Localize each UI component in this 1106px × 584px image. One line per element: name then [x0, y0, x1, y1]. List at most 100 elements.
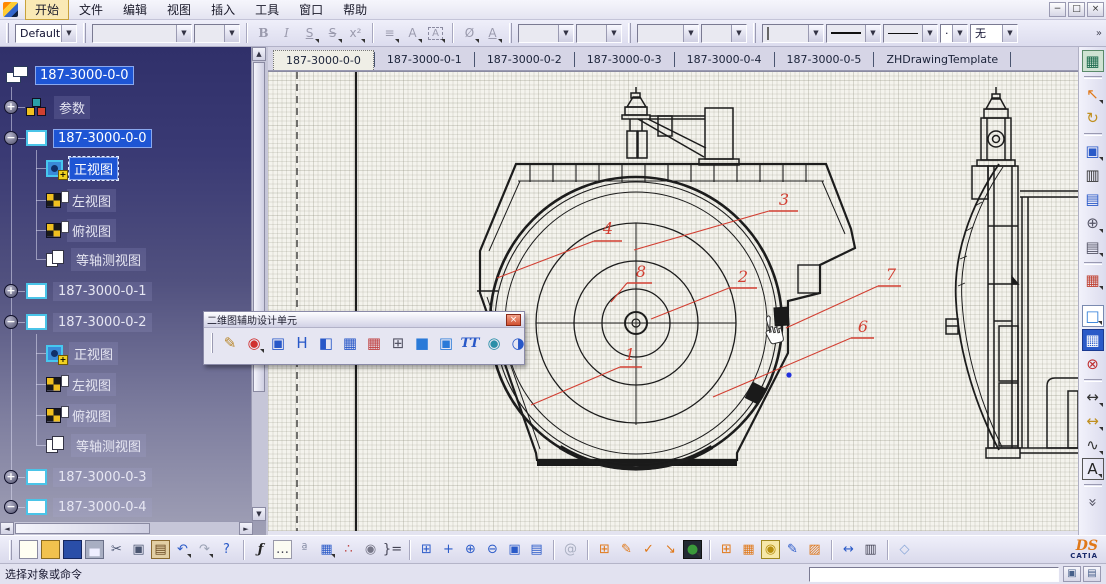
dimensions-icon[interactable]: ↔ — [1082, 386, 1104, 408]
new-sheet-icon-dropdown[interactable] — [1098, 321, 1102, 325]
toolbar-grip[interactable] — [211, 333, 213, 353]
menu-item-工具[interactable]: 工具 — [245, 0, 289, 20]
new-document-icon[interactable] — [19, 540, 38, 559]
text-tt-icon[interactable]: TT — [459, 332, 481, 354]
area-fill-icon[interactable]: ▨ — [805, 540, 824, 559]
select-cursor-icon[interactable]: ↖ — [1082, 83, 1104, 105]
tree-item-187-3000-0-0[interactable]: 187-3000-0-0 — [26, 125, 152, 151]
instantiate-2d-icon[interactable]: ▤ — [1082, 188, 1104, 210]
tree-label[interactable]: 参数 — [54, 96, 90, 119]
update-icon[interactable]: ↻ — [1082, 107, 1104, 129]
underline-button[interactable]: S — [299, 23, 320, 44]
numeric-precision-combo-arrow[interactable]: ▼ — [606, 25, 621, 42]
sheet-tab-ZHDrawingTemplate[interactable]: ZHDrawingTemplate — [874, 50, 1010, 70]
wheel-icon[interactable]: ◉ — [483, 332, 505, 354]
tree-item-187-3000-0-4[interactable]: 187-3000-0-4 — [26, 494, 152, 520]
tree-item-正视图[interactable]: +正视图 — [46, 340, 118, 366]
tree-item-正视图[interactable]: +正视图 — [46, 155, 118, 181]
paste-icon[interactable]: ▤ — [151, 540, 170, 559]
grid-snap-icon[interactable]: ⊞ — [595, 540, 614, 559]
font-size-combo[interactable]: ▼ — [194, 24, 240, 43]
strikethrough-button[interactable]: S — [322, 23, 343, 44]
graphic-style-combo-arrow[interactable]: ▼ — [61, 25, 76, 42]
drawing-canvas[interactable]: 1234678 — [268, 71, 1078, 531]
comment-icon[interactable]: … — [273, 540, 292, 559]
multi-view-icon[interactable]: ▥ — [1082, 164, 1104, 186]
sheet-component-icon[interactable]: ▤ — [1082, 236, 1104, 258]
axis-target-icon[interactable]: ◉ — [243, 332, 265, 354]
relations-icon[interactable]: ∴ — [339, 540, 358, 559]
expand-icon[interactable]: + — [4, 470, 18, 484]
working-view-icon[interactable]: ✎ — [617, 540, 636, 559]
generate-dims-icon[interactable]: ↘ — [661, 540, 680, 559]
underline-button-dropdown[interactable] — [315, 39, 319, 43]
anchor-symbol-button[interactable]: Ø — [459, 23, 480, 44]
axis-target-icon-dropdown[interactable] — [260, 349, 264, 353]
quick-view-icon[interactable]: ▤ — [527, 540, 546, 559]
menu-item-文件[interactable]: 文件 — [69, 0, 113, 20]
grid-analysis-icon-dropdown[interactable] — [1099, 286, 1103, 290]
close-icon[interactable]: × — [506, 314, 521, 326]
tree-item-俯视图[interactable]: 俯视图 — [46, 402, 116, 428]
sheet-tab-187-3000-0-3[interactable]: 187-3000-0-3 — [575, 50, 674, 70]
anchor-line-button[interactable]: A — [482, 23, 503, 44]
tree-label[interactable]: 左视图 — [67, 189, 116, 212]
menu-item-编辑[interactable]: 编辑 — [113, 0, 157, 20]
tree-item-左视图[interactable]: 左视图 — [46, 187, 116, 213]
line-type-combo[interactable]: ▼ — [826, 24, 881, 43]
scroll-right-button[interactable]: ► — [239, 522, 253, 535]
cube-view-icon[interactable]: ◧ — [315, 332, 337, 354]
justification-button-dropdown[interactable] — [395, 39, 399, 43]
tree-label[interactable]: 187-3000-0-3 — [53, 468, 152, 487]
graphic-color-combo-arrow[interactable]: ▼ — [808, 25, 823, 42]
expand-icon[interactable]: + — [4, 100, 18, 114]
pan-icon[interactable]: + — [439, 540, 458, 559]
power-input-toggle[interactable]: ▣ — [1063, 566, 1081, 582]
open-folder-icon[interactable] — [41, 540, 60, 559]
text-frame-button-dropdown[interactable] — [441, 39, 445, 43]
text-annotation-icon-dropdown[interactable] — [1098, 474, 1102, 478]
gear-component-icon-dropdown[interactable] — [1099, 229, 1103, 233]
menu-item-视图[interactable]: 视图 — [157, 0, 201, 20]
dimension-h-icon[interactable]: H — [291, 332, 313, 354]
pie-circle-icon[interactable]: ◑ — [507, 332, 529, 354]
anchor-line-button-dropdown[interactable] — [498, 39, 502, 43]
blue-rect-icon[interactable]: ■ — [411, 332, 433, 354]
tree-label[interactable]: 左视图 — [67, 373, 116, 396]
insert-table-icon[interactable]: ▦ — [1082, 329, 1104, 351]
font-size-combo-arrow[interactable]: ▼ — [224, 25, 239, 42]
dimensions-icon-dropdown[interactable] — [1099, 403, 1103, 407]
view-creation-icon[interactable]: ▣ — [1082, 140, 1104, 162]
view-creation-icon-dropdown[interactable] — [1099, 157, 1103, 161]
tree-vertical-scrollbar[interactable]: ▲ ▼ — [251, 47, 266, 521]
callout-number-6[interactable]: 6 — [858, 317, 868, 336]
collapse-icon[interactable]: − — [4, 315, 18, 329]
measure-between-icon[interactable]: ↔ — [839, 540, 858, 559]
toolbar-grip[interactable] — [83, 23, 86, 43]
callout-number-7[interactable]: 7 — [886, 265, 897, 284]
character-properties-button[interactable]: A — [402, 23, 423, 44]
tree-label[interactable]: 等轴测视图 — [71, 434, 146, 457]
zoom-out-icon[interactable]: ⊖ — [483, 540, 502, 559]
dimension-style-combo-arrow[interactable]: ▼ — [683, 25, 698, 42]
restore-button[interactable]: □ — [1068, 2, 1085, 17]
text-annotation-icon[interactable]: A — [1082, 458, 1104, 480]
numeric-display-combo-arrow[interactable]: ▼ — [558, 25, 573, 42]
numeric-display-combo[interactable]: ▼ — [518, 24, 574, 43]
sheet-tab-187-3000-0-2[interactable]: 187-3000-0-2 — [475, 50, 574, 70]
command-input[interactable] — [809, 567, 1059, 582]
superscript-button[interactable]: x² — [345, 23, 366, 44]
whats-this-icon[interactable]: ? — [217, 540, 236, 559]
sheet-tab-187-3000-0-1[interactable]: 187-3000-0-1 — [375, 50, 474, 70]
graphic-color-combo[interactable]: ▼ — [762, 24, 824, 43]
app-logo-icon[interactable] — [3, 2, 18, 17]
tree-label[interactable]: 187-3000-0-4 — [53, 498, 152, 517]
bold-button[interactable]: B — [253, 23, 274, 44]
dimension-style-combo[interactable]: ▼ — [637, 24, 699, 43]
font-family-combo-arrow[interactable]: ▼ — [176, 25, 191, 42]
visualization-filter-icon-dropdown[interactable] — [696, 553, 700, 557]
view-positioning-icon[interactable]: ⊗ — [1082, 353, 1104, 375]
callout-number-3[interactable]: 3 — [779, 190, 789, 209]
tree-label[interactable]: 俯视图 — [67, 219, 116, 242]
knowledge-icon[interactable]: ª — [295, 540, 314, 559]
